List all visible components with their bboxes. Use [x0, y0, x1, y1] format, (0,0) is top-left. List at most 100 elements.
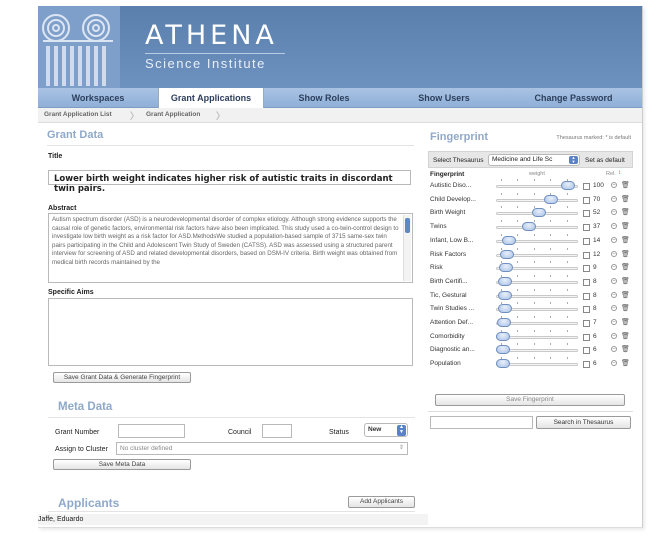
- grant-number-field[interactable]: [118, 424, 185, 438]
- trash-icon[interactable]: 🗑: [621, 181, 630, 189]
- trash-icon[interactable]: 🗑: [621, 222, 630, 230]
- slider-knob[interactable]: [497, 290, 512, 300]
- slider-knob[interactable]: [496, 331, 511, 341]
- search-thesaurus-button[interactable]: Search in Thesaurus: [536, 416, 631, 429]
- minus-circle-icon[interactable]: –: [611, 305, 617, 312]
- slider-knob[interactable]: [496, 359, 511, 369]
- minus-circle-icon[interactable]: –: [611, 291, 617, 298]
- relevance-checkbox[interactable]: [583, 210, 590, 218]
- breadcrumb-grant-application-list[interactable]: Grant Application List: [44, 111, 112, 118]
- fingerprint-term: Twin Studies ...: [430, 305, 475, 313]
- trash-icon[interactable]: 🗑: [621, 304, 630, 312]
- tab-change-password[interactable]: Change Password: [504, 88, 642, 108]
- save-fingerprint-button[interactable]: Save Fingerprint: [435, 394, 625, 406]
- breadcrumb-grant-application[interactable]: Grant Application: [146, 111, 200, 118]
- chevron-right-icon: 〉: [216, 111, 226, 121]
- trash-icon[interactable]: 🗑: [621, 345, 630, 353]
- tab-show-roles[interactable]: Show Roles: [264, 88, 384, 108]
- minus-circle-icon[interactable]: –: [611, 332, 617, 339]
- council-field[interactable]: [262, 424, 292, 438]
- save-meta-data-button[interactable]: Save Meta Data: [53, 459, 191, 470]
- abstract-label: Abstract: [48, 205, 77, 212]
- relevance-checkbox[interactable]: [583, 320, 590, 327]
- trash-icon[interactable]: 🗑: [621, 236, 630, 244]
- relevance-checkbox[interactable]: [583, 306, 590, 314]
- minus-circle-icon[interactable]: –: [611, 209, 617, 216]
- slider-knob[interactable]: [497, 318, 512, 327]
- stepper-arrows-icon: ▲ ▼: [397, 425, 406, 436]
- minus-circle-icon[interactable]: –: [611, 346, 617, 353]
- fingerprint-row: Diagnostic an... 6 – 🗑: [428, 343, 633, 357]
- set-default-button[interactable]: Set as default: [585, 157, 625, 164]
- trash-icon[interactable]: 🗑: [621, 250, 630, 258]
- slider-knob[interactable]: [532, 208, 547, 218]
- slider-knob[interactable]: [543, 194, 558, 204]
- minus-circle-icon[interactable]: –: [611, 277, 617, 284]
- trash-icon[interactable]: 🗑: [621, 263, 630, 271]
- slider-knob[interactable]: [500, 249, 515, 259]
- slider-knob[interactable]: [497, 304, 512, 314]
- minus-circle-icon[interactable]: –: [611, 264, 617, 271]
- specific-aims-label: Specific Aims: [48, 289, 94, 296]
- chevron-right-icon: 〉: [130, 111, 140, 121]
- add-applicants-button[interactable]: Add Applicants: [348, 496, 415, 508]
- specific-aims-field[interactable]: [48, 298, 413, 366]
- cluster-value: No cluster defined: [120, 445, 173, 452]
- relevance-checkbox[interactable]: [583, 278, 590, 286]
- grant-data-heading: Grant Data: [47, 129, 104, 141]
- abstract-field[interactable]: Autism spectrum disorder (ASD) is a neur…: [48, 213, 413, 283]
- applicant-row[interactable]: Jaffe, Eduardo: [38, 514, 428, 525]
- minus-circle-icon[interactable]: –: [611, 236, 617, 243]
- tab-grant-applications[interactable]: Grant Applications: [158, 88, 264, 109]
- title-field[interactable]: Lower birth weight indicates higher risk…: [48, 170, 411, 194]
- weight-slider[interactable]: [496, 198, 578, 202]
- status-select[interactable]: New ▲ ▼: [364, 423, 408, 437]
- minus-circle-icon[interactable]: –: [611, 182, 617, 188]
- thesaurus-select[interactable]: Medicine and Life Sc ▲ ▼: [488, 154, 580, 166]
- weight-value: 8: [593, 291, 597, 299]
- relevance-checkbox[interactable]: [583, 333, 590, 341]
- weight-value: 70: [593, 195, 601, 203]
- scrollbar-thumb[interactable]: [405, 218, 410, 233]
- minus-circle-icon[interactable]: –: [611, 319, 617, 325]
- tab-workspaces[interactable]: Workspaces: [38, 88, 158, 108]
- relevance-checkbox[interactable]: [583, 251, 590, 259]
- minus-circle-icon[interactable]: –: [611, 195, 617, 202]
- trash-icon[interactable]: 🗑: [621, 318, 630, 326]
- relevance-checkbox[interactable]: [583, 237, 590, 245]
- slider-knob[interactable]: [561, 181, 576, 190]
- thesaurus-selector-bar: Select Thesaurus Medicine and Life Sc ▲ ▼…: [428, 151, 633, 168]
- trash-icon[interactable]: 🗑: [621, 195, 630, 203]
- trash-icon[interactable]: 🗑: [621, 359, 630, 367]
- fingerprint-row: Risk 9 – 🗑: [428, 261, 633, 275]
- slider-knob[interactable]: [498, 263, 513, 273]
- thesaurus-search-input[interactable]: [430, 416, 533, 429]
- minus-circle-icon[interactable]: –: [611, 360, 617, 367]
- trash-icon[interactable]: 🗑: [621, 277, 630, 285]
- relevance-checkbox[interactable]: [583, 196, 590, 204]
- slider-knob[interactable]: [502, 235, 517, 245]
- minus-circle-icon[interactable]: –: [611, 250, 617, 257]
- sort-icon[interactable]: ↕: [618, 170, 621, 176]
- save-grant-data-button[interactable]: Save Grant Data & Generate Fingerprint: [53, 372, 191, 383]
- slider-knob[interactable]: [496, 345, 511, 355]
- breadcrumb: Grant Application List 〉 Grant Applicati…: [38, 108, 642, 123]
- relevance-checkbox[interactable]: [583, 183, 590, 190]
- slider-knob[interactable]: [497, 276, 512, 286]
- weight-value: 8: [593, 305, 597, 313]
- relevance-checkbox[interactable]: [583, 224, 590, 232]
- relevance-checkbox[interactable]: [583, 361, 590, 369]
- trash-icon[interactable]: 🗑: [621, 291, 630, 299]
- cluster-select[interactable]: No cluster defined ⇕: [116, 442, 408, 455]
- relevance-checkbox[interactable]: [583, 265, 590, 273]
- minus-circle-icon[interactable]: –: [611, 223, 617, 230]
- trash-icon[interactable]: 🗑: [621, 208, 630, 216]
- scrollbar[interactable]: [403, 215, 411, 281]
- tab-show-users[interactable]: Show Users: [384, 88, 504, 108]
- slider-knob[interactable]: [522, 222, 537, 232]
- fingerprint-row: Twins 37 – 🗑: [428, 220, 633, 234]
- relevance-checkbox[interactable]: [583, 347, 590, 355]
- weight-slider[interactable]: [496, 226, 578, 230]
- relevance-checkbox[interactable]: [583, 292, 590, 300]
- trash-icon[interactable]: 🗑: [621, 332, 630, 340]
